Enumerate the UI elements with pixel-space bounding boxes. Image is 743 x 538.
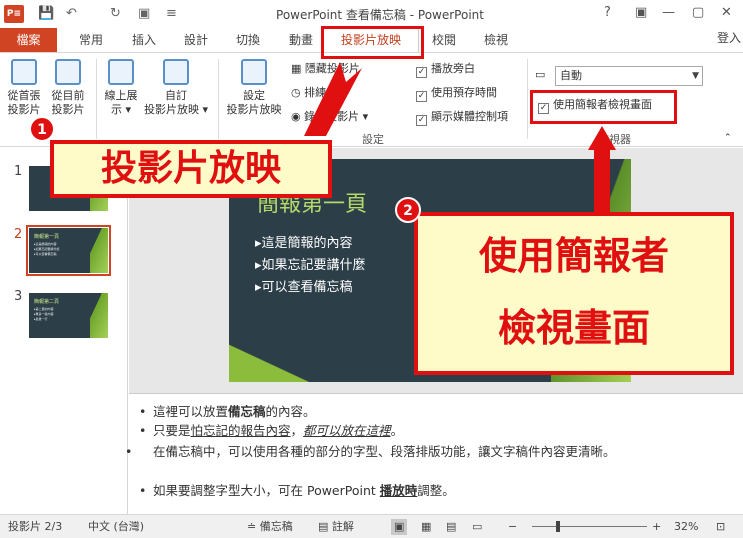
- callout-slideshow: 投影片放映: [50, 140, 332, 198]
- callout-presenter-view: 使用簡報者 檢視畫面: [414, 212, 734, 375]
- arrow-to-presenter-view-shaft: [594, 140, 610, 220]
- callout-number-2: 2: [395, 197, 421, 223]
- arrow-to-presenter-view-head: [588, 126, 616, 150]
- callout-number-1: 1: [29, 116, 55, 142]
- arrow-to-slideshow-tab: [304, 62, 362, 136]
